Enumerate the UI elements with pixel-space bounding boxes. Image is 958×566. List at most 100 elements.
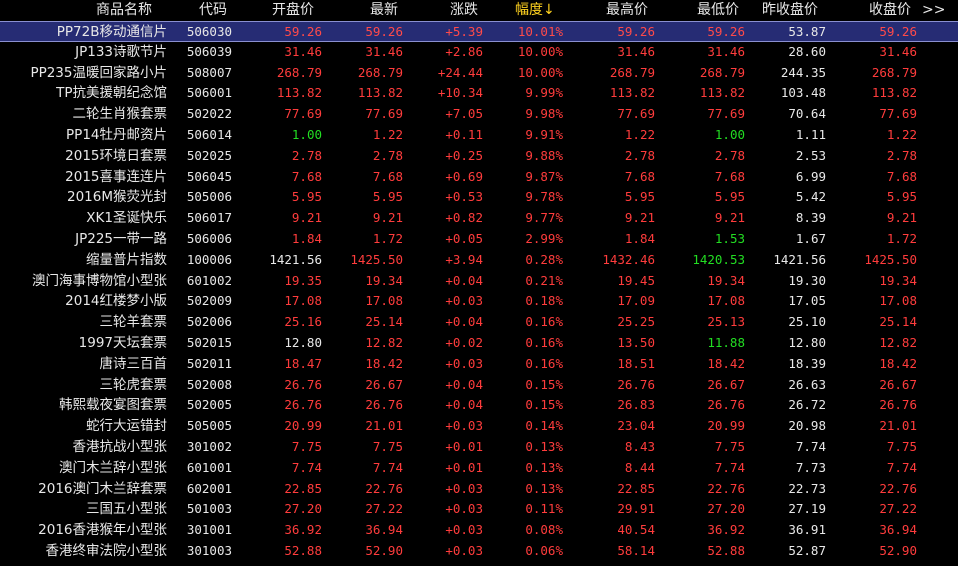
cell-close: 18.42 (879, 355, 917, 371)
cell-name: 香港终审法院小型张 (45, 542, 168, 559)
col-header-prev[interactable]: 昨收盘价 (762, 0, 818, 21)
col-header-name[interactable]: 商品名称 (96, 0, 152, 21)
col-header-latest[interactable]: 最新 (370, 0, 398, 21)
cell-open: 7.75 (291, 438, 322, 454)
table-row[interactable]: 蛇行大运错封 505005 20.99 21.01 +0.03 0.14% 23.04 20.… (0, 416, 958, 437)
cell-close: 22.76 (879, 480, 917, 496)
cell-change: +0.03 (445, 542, 483, 558)
cell-low: 7.68 (714, 168, 745, 184)
cell-pct: 0.16% (525, 355, 563, 371)
cell-high: 25.25 (617, 314, 655, 330)
cell-open: 2.78 (291, 147, 322, 163)
cell-close: 26.67 (879, 376, 917, 392)
table-row[interactable]: 2016香港猴年小型张 301001 36.92 36.94 +0.03 0.08% 40.… (0, 520, 958, 541)
cell-latest: 7.68 (372, 168, 403, 184)
cell-pct: 0.11% (525, 501, 563, 517)
cell-prev: 19.30 (788, 272, 826, 288)
table-row[interactable]: 唐诗三百首 502011 18.47 18.42 +0.03 0.16% 18.51 18.4… (0, 354, 958, 375)
more-columns-arrow-icon[interactable]: >> (922, 0, 945, 21)
cell-code: 502011 (186, 355, 232, 371)
table-row[interactable]: TP抗美援朝纪念馆 506001 113.82 113.82 +10.34 9.99% 11… (0, 83, 958, 104)
cell-latest: 17.08 (365, 293, 403, 309)
cell-prev: 12.80 (788, 334, 826, 350)
cell-change: +0.03 (445, 418, 483, 434)
cell-pct: 9.87% (525, 168, 563, 184)
table-row[interactable]: 2016M猴荧光封 505006 5.95 5.95 +0.53 9.78% 5.95 5.9… (0, 187, 958, 208)
cell-name: 韩熙载夜宴图套票 (59, 397, 167, 414)
cell-prev: 25.10 (788, 314, 826, 330)
table-row[interactable]: 香港终审法院小型张 301003 52.88 52.90 +0.03 0.06% 58.14… (0, 541, 958, 562)
col-header-pct-sorted[interactable]: 幅度↓ (515, 0, 555, 21)
cell-open: 113.82 (276, 85, 322, 101)
col-header-open[interactable]: 开盘价 (272, 0, 314, 21)
table-row[interactable]: 2014红楼梦小版 502009 17.08 17.08 +0.03 0.18% 17.09… (0, 291, 958, 312)
table-row[interactable]: 缩量普片指数 100006 1421.56 1425.50 +3.94 0.28% 1432… (0, 250, 958, 271)
table-row[interactable]: 澳门海事博物馆小型张 601002 19.35 19.34 +0.04 0.21% 19.4… (0, 271, 958, 292)
cell-close: 12.82 (879, 334, 917, 350)
cell-latest: 9.21 (372, 210, 403, 226)
cell-low: 27.20 (707, 501, 745, 517)
cell-code: 502022 (186, 106, 232, 122)
table-row[interactable]: XK1圣诞快乐 506017 9.21 9.21 +0.82 9.77% 9.21 9.21 8… (0, 208, 958, 229)
table-row[interactable]: 三轮虎套票 502008 26.76 26.67 +0.04 0.15% 26.76 26.6… (0, 375, 958, 396)
cell-open: 27.20 (284, 501, 322, 517)
cell-high: 5.95 (624, 189, 655, 205)
col-header-code[interactable]: 代码 (199, 0, 227, 21)
cell-close: 26.76 (879, 397, 917, 413)
cell-close: 7.68 (886, 168, 917, 184)
cell-high: 1.84 (624, 230, 655, 246)
cell-name: 唐诗三百首 (99, 355, 168, 372)
cell-low: 11.88 (707, 334, 745, 350)
cell-pct: 0.28% (525, 251, 563, 267)
cell-low: 26.67 (707, 376, 745, 392)
table-row[interactable]: JP133诗歌节片 506039 31.46 31.46 +2.86 10.00% 31.4… (0, 42, 958, 63)
cell-low: 268.79 (699, 64, 745, 80)
cell-latest: 12.82 (365, 334, 403, 350)
cell-latest: 52.90 (365, 542, 403, 558)
cell-open: 22.85 (284, 480, 322, 496)
cell-high: 58.14 (617, 542, 655, 558)
col-header-high[interactable]: 最高价 (606, 0, 648, 21)
cell-open: 52.88 (284, 542, 322, 558)
cell-code: 602001 (186, 480, 232, 496)
col-header-close[interactable]: 收盘价 (869, 0, 911, 21)
table-row[interactable]: 2016澳门木兰辞套票 602001 22.85 22.76 +0.03 0.13% 22.… (0, 479, 958, 500)
table-row[interactable]: 韩熙载夜宴图套票 502005 26.76 26.76 +0.04 0.15% 26.83 2… (0, 395, 958, 416)
cell-latest: 26.67 (365, 376, 403, 392)
cell-prev: 1421.56 (773, 251, 826, 267)
cell-close: 27.22 (879, 501, 917, 517)
cell-prev: 103.48 (780, 85, 826, 101)
cell-name: 二轮生肖猴套票 (72, 106, 168, 123)
table-row[interactable]: PP72B移动通信片 506030 59.26 59.26 +5.39 10.01% 59.… (0, 21, 958, 42)
table-row[interactable]: JP225一带一路 506006 1.84 1.72 +0.05 2.99% 1.84 1.5… (0, 229, 958, 250)
table-row[interactable]: 2015环境日套票 502025 2.78 2.78 +0.25 9.88% 2.78 2.7… (0, 146, 958, 167)
col-header-low[interactable]: 最低价 (697, 0, 739, 21)
table-row[interactable]: 二轮生肖猴套票 502022 77.69 77.69 +7.05 9.98% 77.69 77… (0, 104, 958, 125)
cell-high: 2.78 (624, 147, 655, 163)
table-row[interactable]: PP14牡丹邮资片 506014 1.00 1.22 +0.11 9.91% 1.22 1.0… (0, 125, 958, 146)
table-row[interactable]: 2015喜事连连片 506045 7.68 7.68 +0.69 9.87% 7.68 7.6… (0, 167, 958, 188)
cell-prev: 5.42 (795, 189, 826, 205)
table-row[interactable]: 香港抗战小型张 301002 7.75 7.75 +0.01 0.13% 8.43 7.75 7… (0, 437, 958, 458)
cell-close: 7.75 (886, 438, 917, 454)
cell-latest: 113.82 (357, 85, 403, 101)
table-row[interactable]: 澳门木兰辞小型张 601001 7.74 7.74 +0.01 0.13% 8.44 7.74… (0, 458, 958, 479)
table-row[interactable]: 三轮羊套票 502006 25.16 25.14 +0.04 0.16% 25.25 25.1… (0, 312, 958, 333)
table-row[interactable]: 1997天坛套票 502015 12.80 12.82 +0.02 0.16% 13.50 1… (0, 333, 958, 354)
cell-pct: 0.13% (525, 438, 563, 454)
table-row[interactable]: 三国五小型张 501003 27.20 27.22 +0.03 0.11% 29.91 27.… (0, 499, 958, 520)
cell-latest: 7.74 (372, 459, 403, 475)
cell-latest: 7.75 (372, 438, 403, 454)
table-row[interactable]: PP235温暖回家路小片 508007 268.79 268.79 +24.44 10.0… (0, 63, 958, 84)
cell-latest: 5.95 (372, 189, 403, 205)
col-header-change[interactable]: 涨跌 (450, 0, 478, 21)
cell-change: +10.34 (437, 85, 483, 101)
cell-close: 31.46 (879, 43, 917, 59)
cell-change: +0.03 (445, 480, 483, 496)
cell-code: 502015 (186, 334, 232, 350)
cell-pct: 10.00% (517, 64, 563, 80)
cell-code: 502008 (186, 376, 232, 392)
cell-close: 7.74 (886, 459, 917, 475)
cell-open: 36.92 (284, 522, 322, 538)
cell-open: 1.84 (291, 230, 322, 246)
